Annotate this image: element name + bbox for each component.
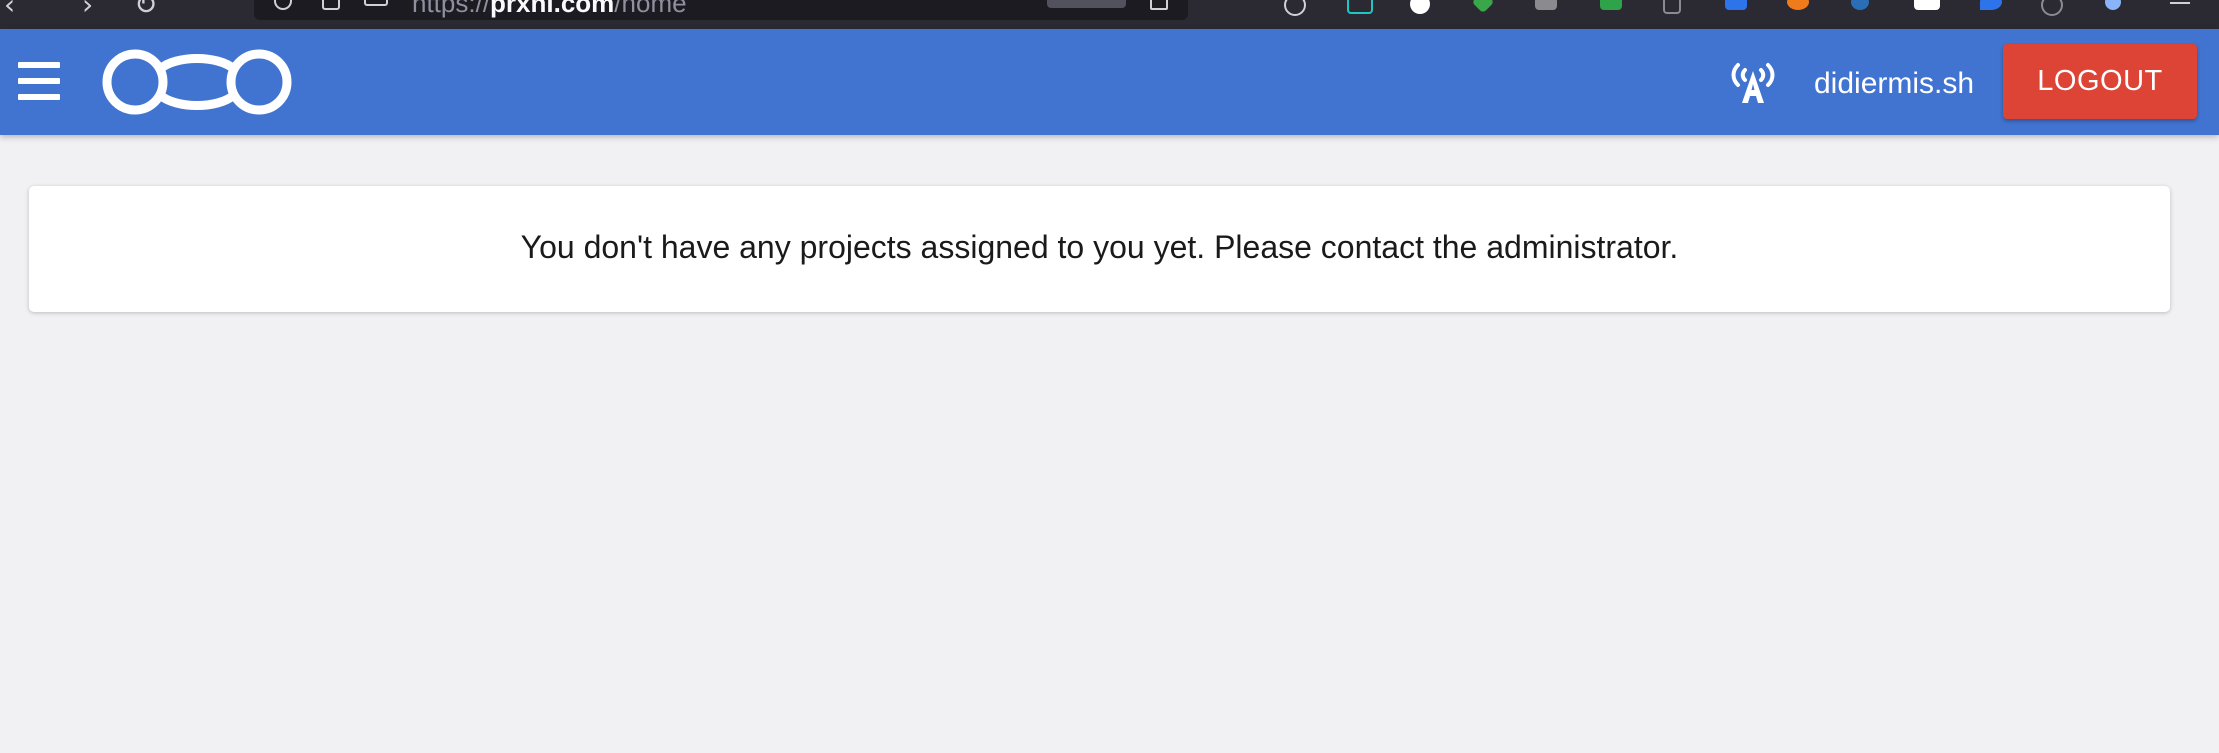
infinity-logo-icon[interactable] bbox=[98, 47, 296, 117]
extension-icon[interactable] bbox=[1284, 0, 1306, 16]
lock-icon[interactable] bbox=[322, 0, 340, 10]
extension-icon[interactable] bbox=[1410, 0, 1430, 14]
extension-icon[interactable] bbox=[1725, 0, 1747, 10]
extension-icon[interactable] bbox=[1347, 0, 1373, 14]
extension-icon[interactable] bbox=[2105, 0, 2121, 10]
forward-icon[interactable]: › bbox=[82, 0, 93, 21]
extension-icon[interactable] bbox=[1471, 0, 1495, 14]
menu-bar-line bbox=[18, 62, 60, 68]
browser-toolbar: ‹ › ↻ https://prxni.com/home 120% bbox=[0, 0, 2219, 29]
logout-button[interactable]: LOGOUT bbox=[2003, 44, 2197, 119]
shield-icon[interactable] bbox=[274, 0, 292, 10]
extension-icon[interactable] bbox=[1787, 0, 1809, 10]
no-projects-card: You don't have any projects assigned to … bbox=[29, 186, 2170, 312]
permissions-icon[interactable] bbox=[364, 0, 388, 6]
no-projects-message: You don't have any projects assigned to … bbox=[520, 229, 1679, 265]
username-label[interactable]: didiermis.sh bbox=[1814, 67, 1974, 101]
url-text[interactable]: https://prxni.com/home bbox=[412, 0, 687, 19]
bookmark-star-icon[interactable] bbox=[1150, 0, 1168, 10]
address-bar[interactable]: https://prxni.com/home 120% bbox=[254, 0, 1188, 20]
extension-icon[interactable] bbox=[1663, 0, 1681, 14]
broadcast-signal-icon[interactable] bbox=[1728, 59, 1778, 105]
extension-icon[interactable] bbox=[2041, 0, 2063, 16]
extension-icon[interactable] bbox=[1914, 0, 1940, 10]
reload-icon[interactable]: ↻ bbox=[134, 0, 157, 21]
app-header: didiermis.sh LOGOUT bbox=[0, 29, 2219, 135]
extension-icon[interactable] bbox=[1535, 0, 1557, 10]
extension-icon[interactable] bbox=[1980, 0, 2002, 10]
hamburger-menu-button[interactable] bbox=[14, 59, 62, 103]
back-icon[interactable]: ‹ bbox=[4, 0, 15, 21]
extension-icon[interactable] bbox=[1851, 0, 1869, 10]
menu-bar-line bbox=[18, 78, 60, 84]
menu-bar-line bbox=[18, 94, 60, 100]
app-menu-icon[interactable] bbox=[2170, 0, 2190, 4]
extension-icon[interactable] bbox=[1600, 0, 1622, 10]
zoom-level[interactable]: 120% bbox=[1047, 0, 1126, 8]
